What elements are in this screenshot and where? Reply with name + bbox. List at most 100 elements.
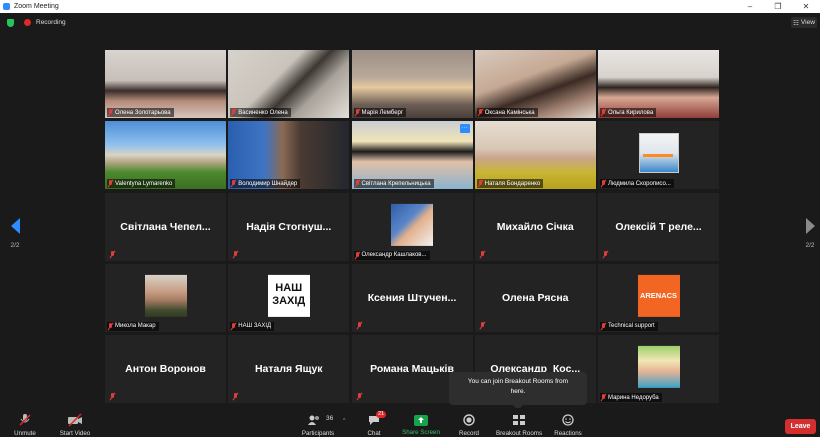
participant-name: Ольга Кирилова [608,109,654,116]
unmute-label: Unmute [14,430,36,437]
mic-muted-icon [480,250,485,258]
logo-line-1: НАШ [275,281,303,294]
participant-name: Наталя Бондаренко [484,180,541,187]
participant-name-label: Микола Макар [107,321,159,331]
participant-tile[interactable]: Наталя Ящук [228,335,350,403]
participant-tile[interactable]: Valentyna Lymarenko [105,121,226,190]
breakout-rooms-tooltip[interactable]: You can join Breakout Rooms from here. [449,372,587,410]
mic-muted-icon [231,322,236,330]
breakout-rooms-button[interactable]: Breakout Rooms [493,413,545,437]
leave-button[interactable]: Leave [785,419,816,434]
participant-tile[interactable]: ··· Світлана Крепельницька [351,121,473,190]
participant-name: Марина Недоруба [608,394,659,401]
start-video-button[interactable]: Start Video [56,413,94,437]
chat-label: Chat [367,430,381,437]
chat-button[interactable]: 21 Chat [362,411,387,437]
participant-name: Оксана Камінська [484,109,535,116]
participant-tile[interactable]: Михайло Січка [474,192,596,261]
view-label: View [800,19,815,26]
meeting-status-bar: Recording ☷ View [0,13,820,31]
participants-label: Participants [301,430,335,437]
participant-tile[interactable]: Ксения Штучен... [351,263,473,332]
mic-muted-icon [231,180,236,187]
mic-muted-icon [108,109,113,116]
mic-muted-icon [357,393,362,400]
minimize-icon[interactable]: – [736,0,764,13]
participant-center-name: Антон Воронов [125,363,206,375]
record-button[interactable]: Record [456,413,482,437]
breakout-rooms-icon [493,413,545,427]
arrow-right-icon [805,218,815,234]
mic-muted-icon [357,321,362,329]
participant-center-name: Наталя Ящук [254,363,323,375]
participant-name-label: Марина Недоруба [600,393,662,402]
grid-view-icon: ☷ [793,19,799,27]
view-button[interactable]: ☷ View [791,17,817,28]
participants-button[interactable]: 36 Participants [298,413,338,437]
participant-tile[interactable]: Людмила Скорописо... [598,121,719,190]
participant-tile[interactable]: Володимир Шнайдер [228,121,350,190]
recording-icon [24,19,31,26]
mic-muted-icon [478,180,483,187]
participant-center-name: Михайло Січка [496,220,574,233]
participant-tile[interactable]: Олена Золотарьова [105,50,226,118]
unmute-button[interactable]: Unmute [10,413,40,437]
participant-name: Людмила Скорописо... [608,180,671,187]
logo-text: ARENACS [639,291,678,301]
participant-tile[interactable]: Антон Воронов [105,335,226,403]
encryption-shield-icon[interactable] [7,19,14,27]
mic-muted-icon [601,394,606,401]
participant-name: Васиненко Олена [238,109,288,116]
participant-tile[interactable]: Ольга Кирилова [598,50,719,118]
tooltip-line-1: You can join Breakout Rooms from [467,378,569,385]
mic-muted-icon [478,109,483,116]
participant-name: Микола Макар [115,323,156,330]
next-page-button[interactable]: 2/2 [803,218,817,249]
logo-line-2: ЗАХІД [272,294,306,307]
participant-name-label: НАШ ЗАХІД [230,321,275,331]
zoom-app-icon [3,3,10,10]
participant-tile-active-speaker[interactable]: Марія Лемберг [351,50,473,118]
tile-more-options-button[interactable]: ··· [459,124,470,134]
participant-name: НАШ ЗАХІД [238,323,272,330]
participant-name: Марія Лемберг [361,109,404,116]
participant-center-name: Надія Стогнуш... [246,220,332,233]
participant-name: Олена Золотарьова [115,109,171,116]
participant-center-name: Ксения Штучен... [367,291,457,304]
start-video-label: Start Video [59,430,91,437]
chat-unread-badge: 21 [376,411,387,418]
participants-options-caret-icon[interactable]: ^ [343,418,345,424]
participant-tile[interactable]: Надія Стогнуш... [228,192,350,261]
tooltip-line-2: here. [510,388,526,395]
participant-tile[interactable]: Світлана Чепел... [105,192,226,261]
mic-muted-icon [601,322,606,330]
participant-tile[interactable]: НАШ ЗАХІД НАШ ЗАХІД [228,263,350,332]
share-screen-button[interactable]: Share Screen [399,413,443,436]
close-icon[interactable]: ✕ [792,0,820,13]
participant-name: Valentyna Lymarenko [115,180,173,187]
reactions-button[interactable]: Reactions [553,413,583,437]
participant-tile[interactable]: Васиненко Олена [228,50,350,118]
participant-name-label: Наталя Бондаренко [476,179,544,189]
participant-tile[interactable]: Олександр Кашлаков... [351,192,473,261]
maximize-icon[interactable]: ❐ [764,0,792,13]
participant-tile[interactable]: Олена Рясна [474,263,596,332]
participant-tile[interactable]: Олексій Т реле... [598,192,719,261]
recording-label: Recording [36,19,66,26]
participant-tile[interactable]: Марина Недоруба [598,335,719,403]
participant-name-label: Technical support [600,321,658,331]
participant-name-label: Ольга Кирилова [600,108,657,117]
page-indicator-right: 2/2 [805,242,815,249]
previous-page-button[interactable]: 2/2 [8,218,22,249]
participant-name-label: Марія Лемберг [353,108,407,117]
mic-muted-icon [108,180,113,187]
participant-name: Technical support [608,323,655,330]
participant-tile[interactable]: Наталя Бондаренко [474,121,596,190]
participant-name: Світлана Крепельницька [361,180,431,187]
participant-tile[interactable]: Микола Макар [105,263,226,332]
participant-tile[interactable]: ARENACS Technical support [598,263,719,332]
participant-name-label: Valentyna Lymarenko [107,179,176,189]
participant-tile[interactable]: Оксана Камінська [474,50,596,118]
chat-icon: 21 [362,411,387,427]
arrow-left-icon [10,218,20,234]
